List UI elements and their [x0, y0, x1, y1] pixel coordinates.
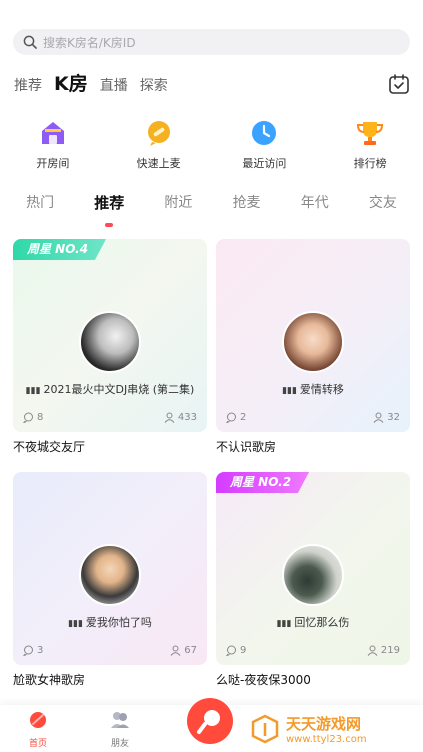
- home-icon: [30, 712, 46, 728]
- watermark: 天天游戏网 www.ttyl23.com: [250, 709, 420, 749]
- listener-count: 32: [387, 411, 400, 423]
- watermark-logo: [251, 714, 279, 744]
- room-card-cover: ▮▮▮ 爱我你怕了吗 3 67: [13, 472, 207, 665]
- search-placeholder: 搜索K房名/K房ID: [43, 35, 136, 50]
- leaderboard-button[interactable]: 排行榜: [317, 118, 423, 176]
- user-icon: [367, 645, 378, 656]
- comment-count: 2: [240, 411, 247, 423]
- room-avatar: [79, 544, 141, 606]
- audio-bars-icon: ▮▮▮: [25, 386, 41, 396]
- now-playing: ▮▮▮ 回忆那么伤: [216, 614, 410, 630]
- song-title: 爱情转移: [299, 383, 344, 396]
- room-name: 尬歌女神歌房: [13, 673, 86, 687]
- calendar-icon[interactable]: [388, 73, 410, 95]
- room-card[interactable]: 周星 NO.4 ▮▮▮ 2021最火中文DJ串烧 (第二集) 8 433 不夜城交…: [13, 239, 207, 455]
- search-bar[interactable]: 搜索K房名/K房ID: [13, 29, 410, 55]
- listener-count: 67: [184, 644, 197, 656]
- watermark-title: 天天游戏网: [286, 715, 362, 733]
- category-nearby[interactable]: 附近: [164, 190, 192, 224]
- comment-count: 3: [37, 644, 44, 656]
- trophy-icon: [357, 122, 384, 145]
- house-icon: [41, 122, 64, 144]
- room-name: 不认识歌房: [216, 440, 277, 454]
- category-tabs: 热门 推荐 附近 抢麦 年代 交友: [0, 190, 423, 227]
- room-card-cover: 周星 NO.2 ▮▮▮ 回忆那么伤 9 219: [216, 472, 410, 665]
- user-icon: [170, 645, 181, 656]
- comment-count: 9: [240, 644, 247, 656]
- room-card[interactable]: ▮▮▮ 爱情转移 2 32 不认识歌房: [216, 239, 410, 455]
- recent-visits-label: 最近访问: [242, 157, 287, 170]
- audio-bars-icon: ▮▮▮: [276, 619, 292, 629]
- recent-visits-button[interactable]: 最近访问: [212, 118, 318, 176]
- open-room-button[interactable]: 开房间: [0, 118, 106, 176]
- room-stats: 9 219: [226, 643, 400, 657]
- microphone-icon: [197, 710, 220, 734]
- room-card[interactable]: 周星 NO.2 ▮▮▮ 回忆那么伤 9 219 么哒-夜夜保3000: [216, 472, 410, 688]
- clock-icon: [252, 121, 277, 145]
- category-social[interactable]: 交友: [369, 190, 397, 224]
- tab-friends[interactable]: 朋友: [90, 709, 150, 749]
- friends-icon: [111, 712, 129, 728]
- room-card-cover: ▮▮▮ 爱情转移 2 32: [216, 239, 410, 432]
- room-stats: 2 32: [226, 410, 400, 424]
- weekly-star-badge: 周星 NO.2: [216, 472, 310, 493]
- quick-mic-label: 快速上麦: [136, 157, 181, 170]
- watermark-url: www.ttyl23.com: [286, 734, 367, 745]
- category-hot[interactable]: 热门: [26, 190, 54, 224]
- now-playing: ▮▮▮ 2021最火中文DJ串烧 (第二集): [13, 381, 207, 397]
- listener-count: 219: [380, 644, 400, 656]
- tab-home[interactable]: 首页: [8, 709, 68, 749]
- song-title: 回忆那么伤: [294, 616, 350, 629]
- now-playing: ▮▮▮ 爱情转移: [216, 381, 410, 397]
- now-playing: ▮▮▮ 爱我你怕了吗: [13, 614, 207, 630]
- audio-bars-icon: ▮▮▮: [68, 619, 83, 629]
- tab-recommend[interactable]: 推荐: [14, 76, 42, 102]
- mic-bubble-icon: [147, 121, 170, 146]
- room-stats: 3 67: [23, 643, 197, 657]
- room-card-cover: 周星 NO.4 ▮▮▮ 2021最火中文DJ串烧 (第二集) 8 433: [13, 239, 207, 432]
- create-room-button[interactable]: [187, 698, 233, 744]
- song-title: 爱我你怕了吗: [85, 616, 152, 629]
- room-avatar: [282, 311, 344, 373]
- comment-icon: [226, 412, 236, 423]
- room-stats: 8 433: [23, 410, 197, 424]
- room-avatar: [282, 544, 344, 606]
- song-title: 2021最火中文DJ串烧 (第二集): [43, 383, 195, 396]
- category-era[interactable]: 年代: [301, 190, 329, 224]
- tab-live[interactable]: 直播: [100, 76, 128, 102]
- room-avatar: [79, 311, 141, 373]
- open-room-label: 开房间: [36, 157, 70, 170]
- comment-icon: [226, 645, 236, 656]
- tab-explore[interactable]: 探索: [140, 76, 168, 102]
- search-icon: [23, 35, 37, 49]
- tab-k-room[interactable]: K房: [54, 72, 88, 102]
- room-name: 么哒-夜夜保3000: [216, 673, 311, 687]
- tab-friends-label: 朋友: [110, 739, 129, 749]
- user-icon: [373, 412, 384, 423]
- category-grab-mic[interactable]: 抢麦: [233, 190, 261, 224]
- tab-home-label: 首页: [28, 739, 47, 749]
- user-icon: [164, 412, 175, 423]
- audio-bars-icon: ▮▮▮: [282, 386, 297, 396]
- room-card[interactable]: ▮▮▮ 爱我你怕了吗 3 67 尬歌女神歌房: [13, 472, 207, 688]
- leaderboard-label: 排行榜: [353, 157, 387, 170]
- top-nav: 推荐 K房 直播 探索: [14, 68, 410, 102]
- comment-icon: [23, 412, 33, 423]
- quick-mic-button[interactable]: 快速上麦: [106, 118, 212, 176]
- comment-count: 8: [37, 411, 44, 423]
- listener-count: 433: [177, 411, 197, 423]
- room-name: 不夜城交友厅: [13, 440, 86, 454]
- comment-icon: [23, 645, 33, 656]
- weekly-star-badge: 周星 NO.4: [13, 239, 107, 260]
- quick-actions: 开房间 快速上麦 最近访问 排行榜: [0, 118, 423, 176]
- category-recommend[interactable]: 推荐: [94, 190, 124, 227]
